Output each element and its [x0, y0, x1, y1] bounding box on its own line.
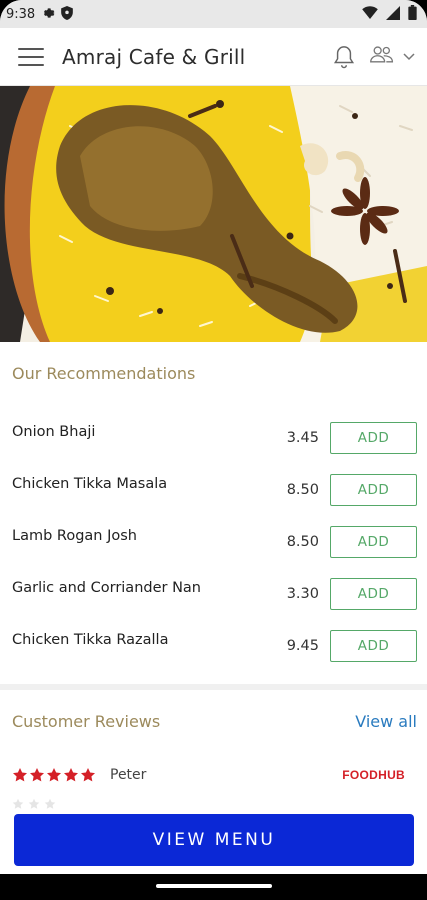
item-name: Garlic and Corriander Nan: [12, 580, 201, 596]
reviews-section: Customer Reviews View all Peter FOODHUB: [0, 690, 427, 820]
reviewer-name: Peter: [110, 767, 147, 783]
app-screen: 9:38 Amraj Cafe & Grill Our Recommendati…: [0, 0, 427, 900]
star-icon: [28, 798, 40, 809]
home-handle[interactable]: [156, 884, 272, 888]
list-item: Chicken Tikka Masala 8.50 ADD: [0, 472, 427, 524]
item-name: Lamb Rogan Josh: [12, 528, 137, 544]
wifi-icon: [362, 6, 378, 22]
list-item: Lamb Rogan Josh 8.50 ADD: [0, 524, 427, 576]
item-price: 8.50: [286, 534, 319, 550]
item-price: 3.30: [286, 586, 319, 602]
list-item: Chicken Tikka Razalla 9.45 ADD: [0, 628, 427, 680]
add-button[interactable]: ADD: [330, 630, 417, 662]
item-name: Chicken Tikka Masala: [12, 476, 168, 492]
item-name: Onion Bhaji: [12, 424, 96, 440]
item-price: 8.50: [286, 482, 319, 498]
recommendations-title: Our Recommendations: [12, 364, 196, 383]
star-icon: [12, 798, 24, 809]
bell-icon[interactable]: [333, 45, 355, 69]
review-item-partial: [12, 798, 56, 810]
add-button[interactable]: ADD: [330, 578, 417, 610]
menu-icon[interactable]: [18, 47, 44, 66]
star-icon: [44, 798, 56, 809]
item-name: Chicken Tikka Razalla: [12, 632, 169, 648]
food-image: [0, 86, 427, 342]
battery-icon: [408, 5, 417, 23]
star-icon: [13, 768, 27, 782]
recommendations-section: Our Recommendations Onion Bhaji 3.45 ADD…: [0, 342, 427, 684]
reviews-title: Customer Reviews: [12, 712, 161, 731]
people-icon: [369, 44, 395, 69]
status-time: 9:38: [6, 6, 36, 22]
star-icon: [30, 768, 44, 782]
star-icon: [47, 768, 61, 782]
shield-icon: [61, 5, 74, 23]
gear-icon: [41, 6, 55, 23]
review-source-logo: FOODHUB: [342, 768, 405, 782]
view-all-link[interactable]: View all: [355, 712, 417, 731]
add-button[interactable]: ADD: [330, 474, 417, 506]
star-rating: [12, 767, 96, 783]
recommendations-list: Onion Bhaji 3.45 ADD Chicken Tikka Masal…: [0, 420, 427, 680]
star-icon: [64, 768, 78, 782]
app-bar: Amraj Cafe & Grill: [0, 28, 427, 86]
view-menu-button[interactable]: VIEW MENU: [14, 814, 414, 866]
add-button[interactable]: ADD: [330, 422, 417, 454]
review-item: Peter FOODHUB: [12, 763, 417, 787]
signal-icon: [386, 5, 400, 23]
page-title: Amraj Cafe & Grill: [62, 44, 246, 69]
status-bar: 9:38: [0, 0, 427, 28]
list-item: Onion Bhaji 3.45 ADD: [0, 420, 427, 472]
chevron-down-icon: [403, 48, 415, 66]
profile-switcher[interactable]: [369, 44, 415, 69]
navigation-bar: [0, 874, 427, 900]
list-item: Garlic and Corriander Nan 3.30 ADD: [0, 576, 427, 628]
item-price: 3.45: [286, 430, 319, 446]
item-price: 9.45: [286, 638, 319, 654]
add-button[interactable]: ADD: [330, 526, 417, 558]
star-icon: [81, 768, 95, 782]
